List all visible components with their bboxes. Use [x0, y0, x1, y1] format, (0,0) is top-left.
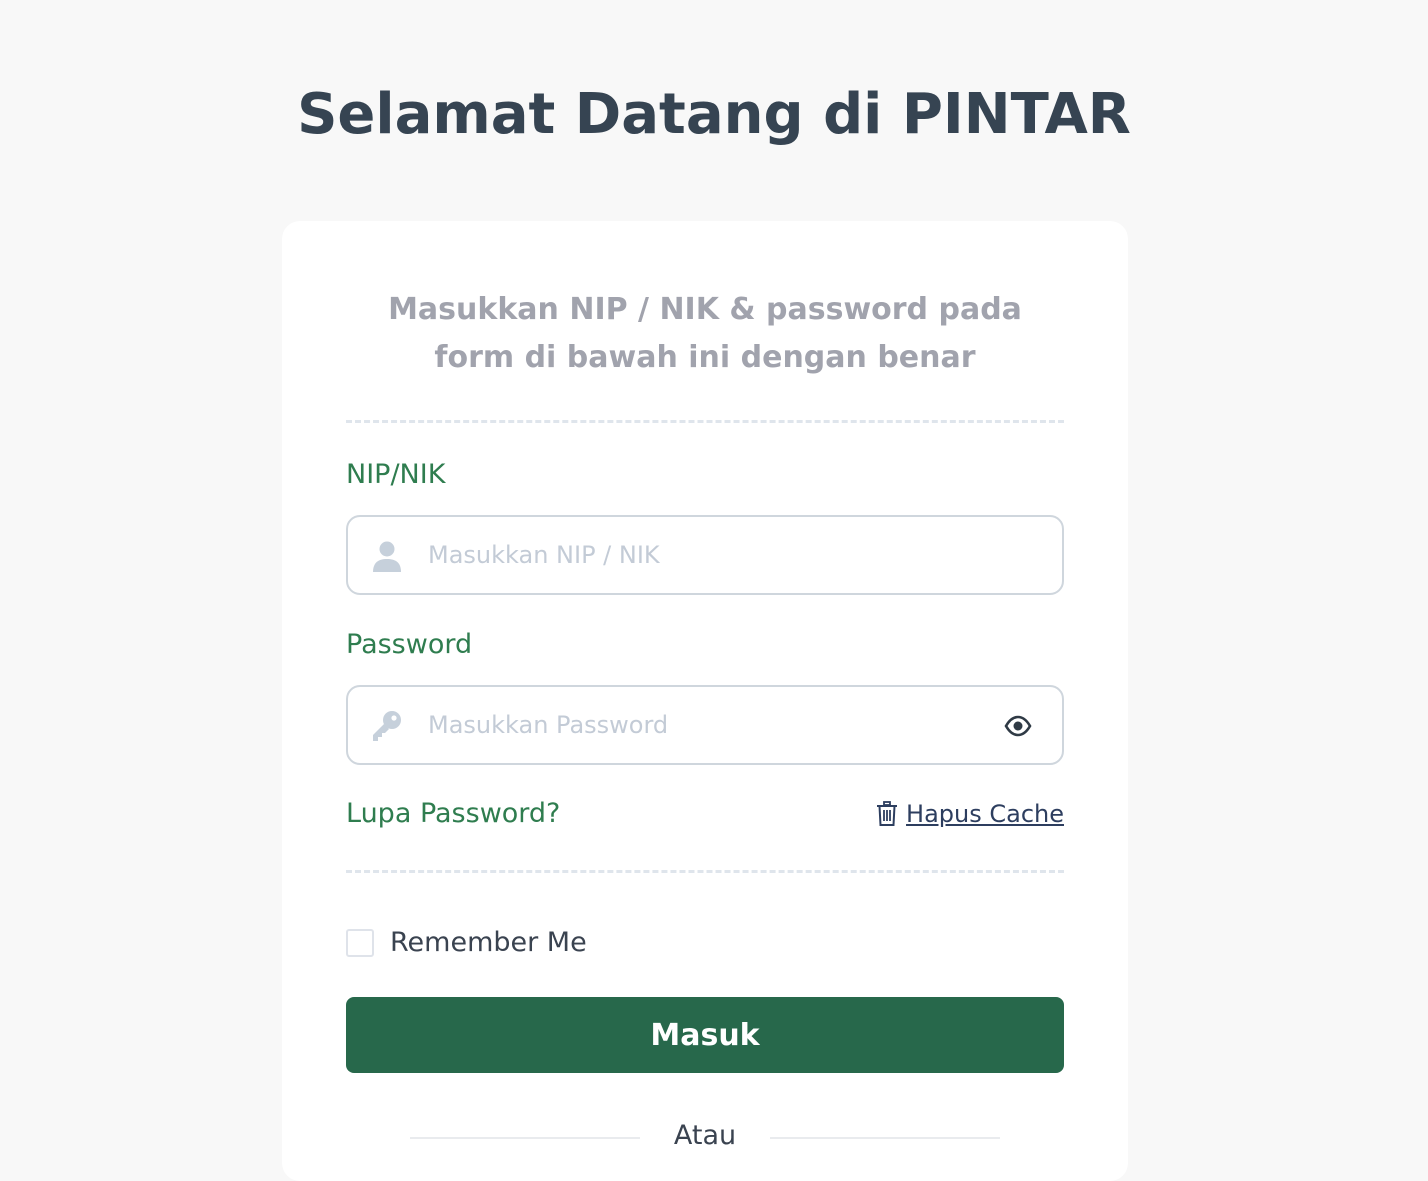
password-label: Password — [346, 629, 473, 660]
key-icon — [370, 709, 404, 743]
clear-cache-label[interactable]: Hapus Cache — [906, 800, 1064, 828]
remember-me-checkbox[interactable] — [346, 928, 374, 957]
eye-icon[interactable] — [1004, 714, 1032, 738]
user-icon — [370, 539, 404, 573]
divider-top — [346, 420, 1064, 423]
login-button[interactable]: Masuk — [346, 997, 1064, 1073]
nip-field[interactable] — [346, 515, 1064, 595]
separator-label: Atau — [673, 1120, 737, 1151]
trash-icon — [876, 801, 898, 827]
remember-me-option[interactable]: Remember Me — [346, 927, 587, 958]
divider-bottom — [346, 870, 1064, 873]
remember-me-label[interactable]: Remember Me — [390, 927, 587, 958]
nip-label: NIP/NIK — [346, 459, 446, 490]
page-title: Selamat Datang di PINTAR — [297, 82, 1131, 147]
forgot-password-link[interactable]: Lupa Password? — [346, 798, 560, 829]
password-input[interactable] — [428, 701, 968, 749]
separator-line-right — [770, 1137, 1000, 1139]
nip-input[interactable] — [428, 531, 968, 579]
login-instructions: Masukkan NIP / NIK & password pada form … — [388, 292, 1022, 375]
clear-cache-link[interactable]: Hapus Cache — [876, 800, 1064, 828]
or-separator: Atau — [410, 1118, 1000, 1158]
password-field[interactable] — [346, 685, 1064, 765]
